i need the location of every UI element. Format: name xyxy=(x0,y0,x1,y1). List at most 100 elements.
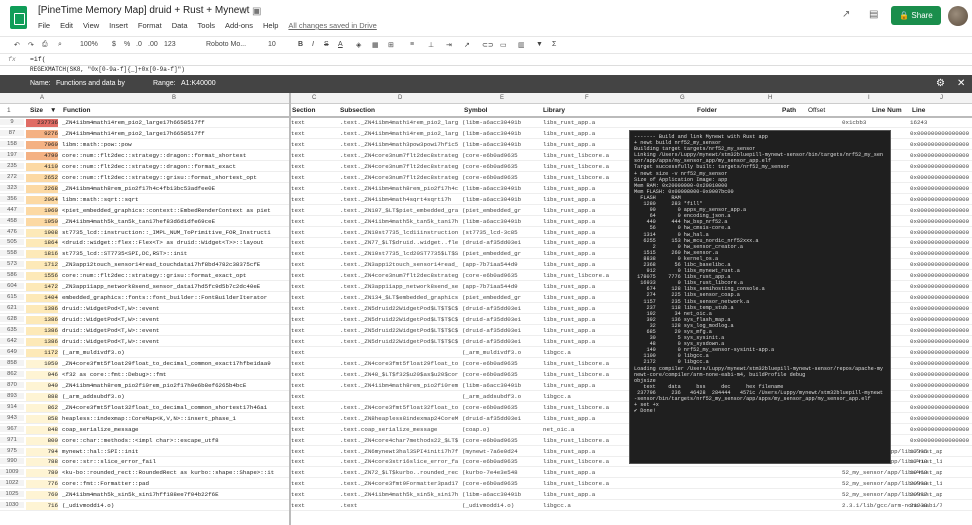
filter-icon[interactable]: ▼ xyxy=(536,41,543,48)
size-cell[interactable]: 4110 xyxy=(26,162,58,171)
subsection-cell[interactable]: .text._ZN5druid22WidgetPod$LT$T$C$W$ xyxy=(340,327,458,334)
fill-color-icon[interactable]: ◈ xyxy=(356,41,361,49)
library-cell[interactable]: libs_rust_libcore.a xyxy=(543,272,629,279)
symbol-cell[interactable]: (druid-af35dd03e1 xyxy=(462,239,542,246)
symbol-cell[interactable]: (st7735_lcd-3c85 xyxy=(462,229,542,236)
section-cell[interactable]: text xyxy=(291,218,335,225)
function-cell[interactable]: embedded_graphics::fonts::font_builder::… xyxy=(62,294,288,301)
function-cell[interactable]: coap_serialize_message xyxy=(62,426,288,433)
function-cell[interactable]: (_arm_addsubdf3.o) xyxy=(62,393,288,400)
symbol-cell[interactable]: (core-e6b0ad9635 xyxy=(462,272,542,279)
size-cell[interactable]: 7960 xyxy=(26,140,58,149)
symbol-cell[interactable]: (piet_embedded_gr xyxy=(462,207,542,214)
size-cell[interactable]: 1386 xyxy=(26,316,58,325)
section-cell[interactable]: text xyxy=(291,174,335,181)
section-cell[interactable]: text xyxy=(291,393,335,400)
line-cell[interactable]: 0x000000000000000 xyxy=(910,174,972,181)
library-cell[interactable]: libs_rust_app.a xyxy=(543,119,629,126)
function-cell[interactable]: <ku-bo::rounded_rect::RoundedRect as kur… xyxy=(62,469,288,476)
line-cell[interactable]: 0x000000000000000 xyxy=(910,207,972,214)
subsection-cell[interactable]: .text xyxy=(340,502,458,509)
function-cell[interactable]: _ZN41ibm4math5k_sin5k_sin17hff188ee7f04b… xyxy=(62,491,288,498)
section-cell[interactable]: text xyxy=(291,437,335,444)
library-cell[interactable]: libs_rust_app.a xyxy=(543,382,629,389)
symbol-cell[interactable]: (_arm_muldivdf3.o xyxy=(462,349,542,356)
rotate-icon[interactable]: ↗ xyxy=(464,41,470,49)
function-cell[interactable]: druid::WidgetPod<T,W>::event xyxy=(62,305,288,312)
library-cell[interactable]: libs_rust_libcore.a xyxy=(543,458,629,465)
menu-edit[interactable]: Edit xyxy=(60,21,73,30)
col-i[interactable]: I xyxy=(868,95,870,101)
range-name[interactable]: Functions and data by xyxy=(56,80,125,87)
line-cell[interactable]: 0x000000000000000 xyxy=(910,261,972,268)
symbol-cell[interactable]: (libm-a6acc30491b xyxy=(462,491,542,498)
function-cell[interactable]: libm::math::pow::pow xyxy=(62,141,288,148)
line-cell[interactable]: 0x000000000000000 xyxy=(910,196,972,203)
line-cell[interactable]: 0x000000000000000 xyxy=(910,152,972,159)
line-cell[interactable]: 0x000000000000000 xyxy=(910,404,972,411)
wrap-icon[interactable]: ⇥ xyxy=(446,41,452,49)
line-cell[interactable]: 16243 xyxy=(910,119,972,126)
symbol-cell[interactable]: (piet_embedded_gr xyxy=(462,294,542,301)
subsection-cell[interactable]: .text._ZN4core3fmt5float29float_to_d xyxy=(340,360,458,367)
library-cell[interactable]: libs_rust_app.a xyxy=(543,250,629,257)
avatar[interactable] xyxy=(948,6,968,26)
library-cell[interactable]: libs_rust_app.a xyxy=(543,469,629,476)
function-cell[interactable]: _ZN3app12touch_sensor14read_touchdata17h… xyxy=(62,261,288,268)
section-cell[interactable]: text xyxy=(291,426,335,433)
function-cell[interactable]: core::num::flt2dec::strategy::grisu::for… xyxy=(62,174,288,181)
subsection-cell[interactable]: .text._ZN6mynewt3hal3SPI4init17h7f xyxy=(340,448,458,455)
close-icon[interactable]: ✕ xyxy=(957,78,965,89)
folder-icon[interactable]: ▣ xyxy=(252,6,261,17)
font-size-select[interactable]: 10 xyxy=(268,41,276,48)
symbol-cell[interactable]: (druid-af35dd03e1 xyxy=(462,327,542,334)
function-cell[interactable]: _ZN4core3fmt5float32float_to_decimal_com… xyxy=(62,404,288,411)
decrease-decimal-button[interactable]: .0 xyxy=(136,41,142,48)
size-cell[interactable]: 760 xyxy=(26,491,58,500)
library-cell[interactable]: libs_rust_app.a xyxy=(543,141,629,148)
header-function[interactable]: Function xyxy=(63,107,90,114)
function-cell[interactable]: (_udivmoddi4.o) xyxy=(62,502,288,509)
size-cell[interactable]: 1712 xyxy=(26,261,58,270)
line-cell[interactable]: 0x000000000000000 xyxy=(910,163,972,170)
library-cell[interactable]: libs_rust_app.a xyxy=(543,185,629,192)
library-cell[interactable]: libs_rust_libcore.a xyxy=(543,152,629,159)
range-value[interactable]: A1:K40000 xyxy=(181,80,216,87)
symbol-cell[interactable]: (libm-a6acc30491b xyxy=(462,196,542,203)
symbol-cell[interactable]: (core-e6b0ad9635 xyxy=(462,360,542,367)
comment-icon[interactable]: ▤ xyxy=(869,9,878,20)
subsection-cell[interactable]: .text._ZN4core4char7methods22_$LT$i xyxy=(340,437,458,444)
italic-button[interactable]: I xyxy=(312,41,314,48)
header-subsection[interactable]: Subsection xyxy=(340,107,375,114)
symbol-cell[interactable]: (app-7b71aa544d9 xyxy=(462,261,542,268)
line-cell[interactable]: 0x000000000000000 xyxy=(910,349,972,356)
size-cell[interactable]: 716 xyxy=(26,502,58,511)
line-cell[interactable]: 17305 xyxy=(910,448,972,455)
section-cell[interactable]: text xyxy=(291,119,335,126)
line-cell[interactable]: 0x000000000000000 xyxy=(910,426,972,433)
header-library[interactable]: Library xyxy=(543,107,565,114)
line-cell[interactable]: 0x000000000000000 xyxy=(910,437,972,444)
size-cell[interactable]: 940 xyxy=(26,381,58,390)
function-cell[interactable]: _ZN41ibm4math14rem_pio2_large17h6658517f… xyxy=(62,119,288,126)
section-cell[interactable]: text xyxy=(291,491,335,498)
subsection-cell[interactable]: .text._ZN3app11app_network8send_sens xyxy=(340,283,458,290)
section-cell[interactable]: text xyxy=(291,207,335,214)
col-c[interactable]: C xyxy=(312,95,316,101)
col-e[interactable]: E xyxy=(500,95,504,101)
size-cell[interactable]: 858 xyxy=(26,414,58,423)
col-b[interactable]: B xyxy=(172,95,176,101)
section-cell[interactable]: text xyxy=(291,469,335,476)
symbol-cell[interactable]: (libm-a6acc30491b xyxy=(462,185,542,192)
line-cell[interactable]: 0x000000000000000 xyxy=(910,185,972,192)
col-d[interactable]: D xyxy=(398,95,402,101)
menu-addons[interactable]: Add-ons xyxy=(225,21,253,30)
library-cell[interactable]: libs_rust_libcore.a xyxy=(543,437,629,444)
size-cell[interactable]: 1386 xyxy=(26,338,58,347)
library-cell[interactable]: libs_rust_app.a xyxy=(543,316,629,323)
library-cell[interactable]: libs_rust_app.a xyxy=(543,415,629,422)
library-cell[interactable]: libs_rust_libcore.a xyxy=(543,360,629,367)
menu-view[interactable]: View xyxy=(83,21,99,30)
function-cell[interactable]: mynewt::hal::SPI::init xyxy=(62,448,288,455)
section-cell[interactable]: text xyxy=(291,360,335,367)
